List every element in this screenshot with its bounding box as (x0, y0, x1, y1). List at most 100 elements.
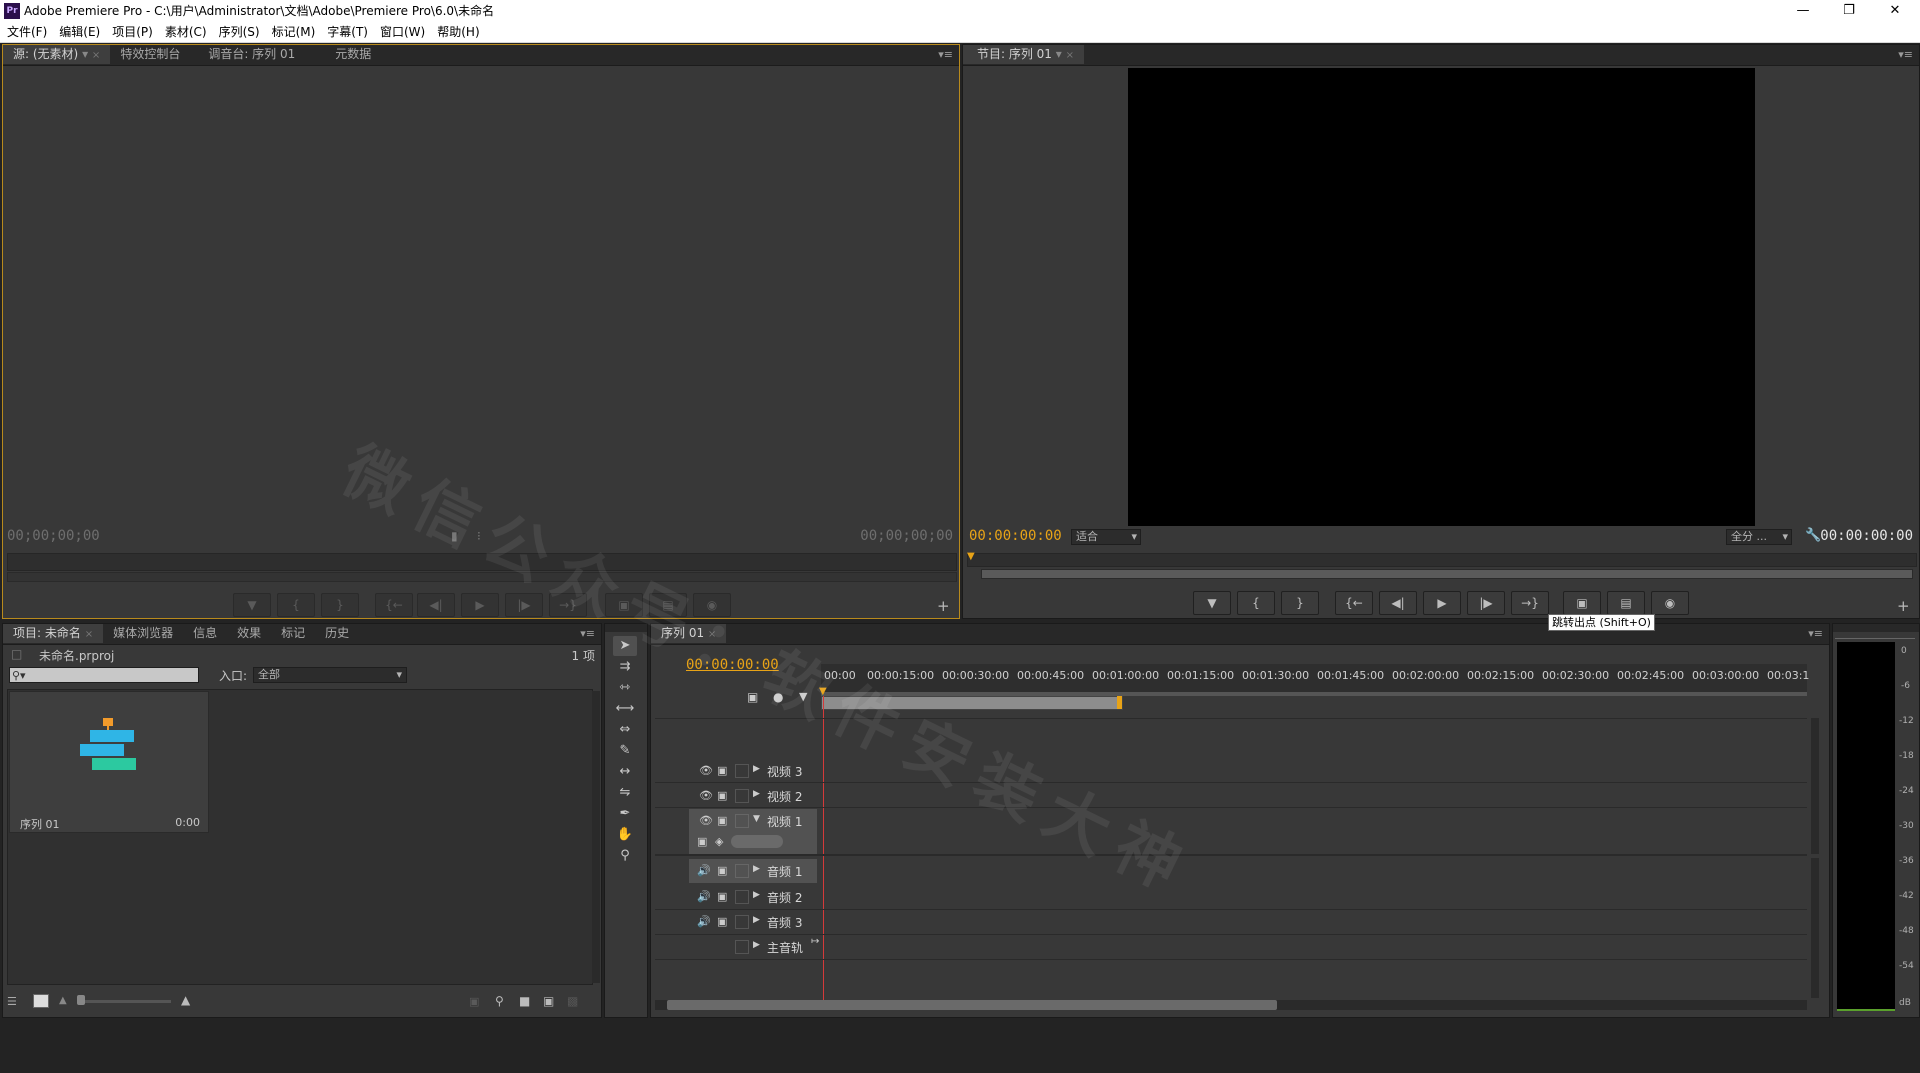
set-encore-marker-icon[interactable]: ● (773, 690, 783, 704)
ripple-edit-tool-icon[interactable]: ⇿ (613, 678, 637, 698)
video-tracks-scrollbar[interactable] (1811, 718, 1819, 854)
program-video-frame[interactable] (1128, 68, 1755, 526)
menu-project[interactable]: 项目(P) (106, 22, 159, 42)
list-view-icon[interactable]: ☰ (7, 995, 17, 1008)
play-button[interactable]: ▶ (461, 593, 499, 617)
expand-triangle-icon[interactable]: ▶ (753, 764, 760, 774)
snap-icon[interactable]: ▣ (747, 690, 758, 704)
sync-lock-icon[interactable]: ▣ (717, 814, 727, 827)
set-marker-icon[interactable]: ▼ (799, 690, 807, 703)
menu-help[interactable]: 帮助(H) (431, 22, 485, 42)
zoom-tool-icon[interactable]: ⚲ (613, 846, 637, 866)
source-time-ruler[interactable] (7, 553, 957, 571)
tab-sequence[interactable]: 序列 01 × (651, 624, 727, 643)
lift-button[interactable]: ▣ (1563, 591, 1601, 615)
new-bin-icon[interactable]: ■ (519, 994, 530, 1008)
track-lock-icon[interactable] (735, 789, 749, 803)
razor-tool-icon[interactable]: ✎ (613, 741, 637, 761)
rate-stretch-tool-icon[interactable]: ⇔ (613, 720, 637, 740)
track-lock-icon[interactable] (735, 864, 749, 878)
track-select-tool-icon[interactable]: ⇉ (613, 657, 637, 677)
close-icon[interactable]: × (92, 50, 100, 61)
pen-tool-icon[interactable]: ✒ (613, 804, 637, 824)
track-lock-icon[interactable] (735, 814, 749, 828)
restore-button[interactable]: ❐ (1826, 0, 1872, 22)
panel-menu-icon[interactable]: ▾≡ (1898, 48, 1913, 61)
tab-media-browser[interactable]: 媒体浏览器 (103, 624, 183, 643)
insert-button[interactable]: ▣ (605, 593, 643, 617)
drag-audio-icon[interactable]: ⁝ (477, 529, 481, 543)
expand-triangle-icon[interactable]: ▶ (753, 890, 760, 900)
program-time-ruler[interactable] (967, 553, 1917, 567)
sync-lock-icon[interactable]: ▣ (717, 864, 727, 877)
drag-video-icon[interactable]: ▮ (451, 529, 458, 543)
zoom-out-icon[interactable]: ▲ (59, 995, 67, 1006)
sync-lock-icon[interactable]: ▣ (717, 764, 727, 777)
resize-handle-icon[interactable]: ↦ (811, 936, 819, 947)
go-to-in-button[interactable]: {← (375, 593, 413, 617)
add-marker-button[interactable]: ▼ (233, 593, 271, 617)
step-back-button[interactable]: ◀| (417, 593, 455, 617)
step-back-button[interactable]: ◀| (1379, 591, 1417, 615)
program-timecode[interactable]: 00:00:00:00 (969, 528, 1062, 544)
expand-triangle-icon[interactable]: ▶ (753, 864, 760, 874)
work-area-end-handle[interactable] (1117, 696, 1122, 709)
step-forward-button[interactable]: |▶ (505, 593, 543, 617)
tab-history[interactable]: 历史 (315, 624, 359, 643)
menu-clip[interactable]: 素材(C) (159, 22, 213, 42)
export-frame-button[interactable]: ◉ (693, 593, 731, 617)
slider-handle[interactable] (77, 995, 85, 1005)
speaker-icon[interactable]: 🔊 (697, 864, 711, 877)
tab-source[interactable]: 源: (无素材) ▾ × (3, 45, 111, 64)
collapse-triangle-icon[interactable]: ▼ (753, 814, 760, 824)
tab-metadata[interactable]: 元数据 (305, 45, 381, 64)
close-icon[interactable]: × (708, 629, 716, 640)
extract-button[interactable]: ▤ (1607, 591, 1645, 615)
go-to-in-button[interactable]: {← (1335, 591, 1373, 615)
program-zoom-scroll[interactable] (981, 569, 1913, 579)
timeline-timecode[interactable]: 00:00:00:00 (686, 657, 779, 673)
tab-info[interactable]: 信息 (183, 624, 227, 643)
tab-program[interactable]: 节目: 序列 01 ▾ × (963, 45, 1085, 64)
menu-sequence[interactable]: 序列(S) (213, 22, 266, 42)
menu-edit[interactable]: 编辑(E) (53, 22, 106, 42)
slip-tool-icon[interactable]: ↔ (613, 762, 637, 782)
rolling-edit-tool-icon[interactable]: ⟷ (613, 699, 637, 719)
resolution-dropdown[interactable]: 全分 ... ▾ (1726, 529, 1792, 545)
delete-icon[interactable]: ▩ (567, 994, 578, 1008)
sync-lock-icon[interactable]: ▣ (717, 789, 727, 802)
menu-marker[interactable]: 标记(M) (266, 22, 322, 42)
track-lock-icon[interactable] (735, 764, 749, 778)
project-scrollbar[interactable] (592, 691, 600, 983)
tab-project[interactable]: 项目: 未命名 × (3, 624, 104, 643)
export-frame-button[interactable]: ◉ (1651, 591, 1689, 615)
sequence-thumbnail-card[interactable]: 序列 01 0:00 (9, 691, 209, 833)
mark-out-button[interactable]: } (321, 593, 359, 617)
hand-tool-icon[interactable]: ✋ (613, 825, 637, 845)
selection-tool-icon[interactable]: ➤ (613, 636, 637, 656)
menu-title[interactable]: 字幕(T) (321, 22, 374, 42)
source-zoom-scroll[interactable] (7, 572, 957, 582)
eye-icon[interactable]: 👁 (699, 789, 713, 802)
speaker-icon[interactable]: 🔊 (697, 915, 711, 928)
zoom-in-icon[interactable]: ▲ (181, 993, 190, 1007)
tab-audio-mixer[interactable]: 调音台: 序列 01 (190, 45, 305, 64)
tab-effect-controls[interactable]: 特效控制台 (110, 45, 190, 64)
fit-dropdown[interactable]: 适合 ▾ (1071, 529, 1141, 545)
mark-in-button[interactable]: { (277, 593, 315, 617)
expand-triangle-icon[interactable]: ▶ (753, 789, 760, 799)
minimize-button[interactable]: — (1780, 0, 1826, 22)
find-icon[interactable]: ⚲ (495, 994, 504, 1008)
timeline-ruler[interactable]: 00:00 00:00:15:00 00:00:30:00 00:00:45:0… (821, 664, 1809, 693)
thumbnail-zoom-slider[interactable] (79, 1000, 171, 1003)
close-icon[interactable]: × (85, 629, 93, 640)
close-button[interactable]: ✕ (1872, 0, 1918, 22)
new-item-icon[interactable]: ▣ (543, 994, 554, 1008)
entry-dropdown[interactable]: 全部 ▾ (253, 667, 407, 683)
play-button[interactable]: ▶ (1423, 591, 1461, 615)
expand-triangle-icon[interactable]: ▶ (753, 915, 760, 925)
wrench-icon[interactable]: 🔧 (1805, 528, 1821, 543)
timeline-h-scroll-thumb[interactable] (667, 1000, 1277, 1010)
track-lock-icon[interactable] (735, 940, 749, 954)
automate-sequence-icon[interactable]: ▣ (469, 995, 479, 1008)
